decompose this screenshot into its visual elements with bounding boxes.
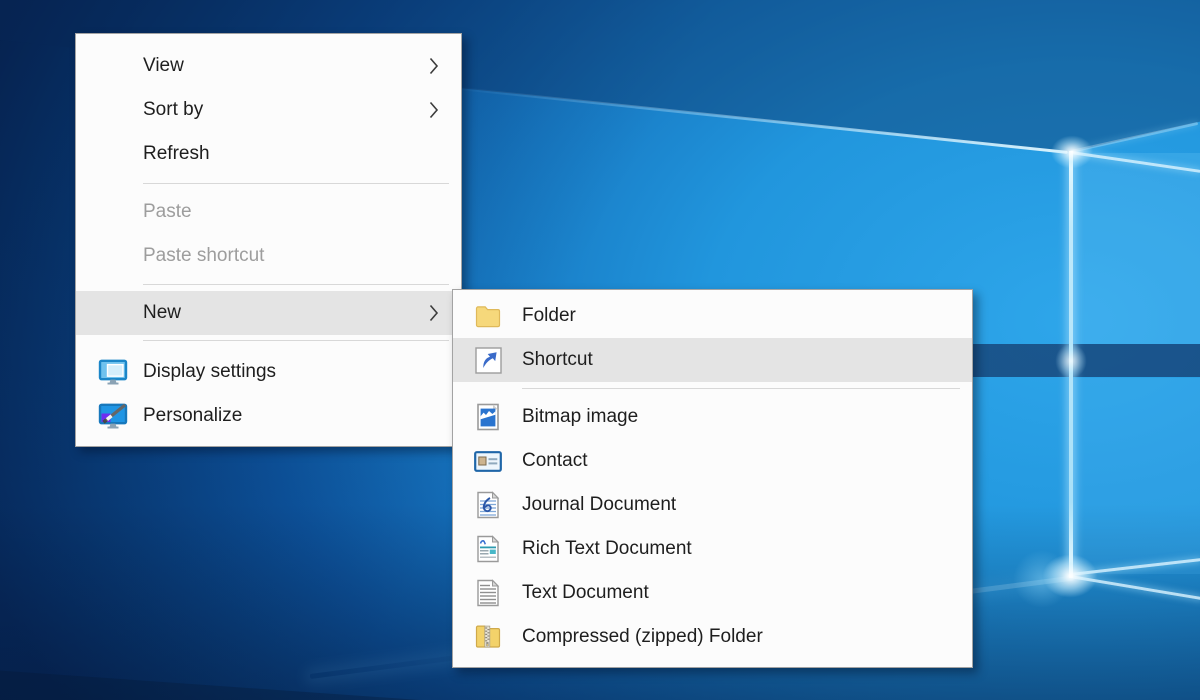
- menu-item-refresh[interactable]: Refresh: [76, 132, 461, 176]
- submenu-item-bitmap-image[interactable]: Bitmap image: [453, 395, 972, 439]
- menu-item-sort-by[interactable]: Sort by: [76, 88, 461, 132]
- submenu-item-contact[interactable]: Contact: [453, 439, 972, 483]
- menu-item-display-settings[interactable]: Display settings: [76, 350, 461, 394]
- menu-item-paste-shortcut: Paste shortcut: [76, 234, 461, 278]
- menu-item-new[interactable]: New: [76, 291, 461, 335]
- personalize-icon: [98, 401, 128, 431]
- rich-text-document-icon: [473, 534, 503, 564]
- submenu-chevron-icon: [429, 101, 439, 119]
- menu-item-personalize[interactable]: Personalize: [76, 394, 461, 438]
- folder-icon: [473, 301, 503, 331]
- submenu-item-text-document[interactable]: Text Document: [453, 571, 972, 615]
- contact-icon: [473, 446, 503, 476]
- wallpaper-pane-top-right: [1073, 153, 1200, 344]
- text-document-icon: [473, 578, 503, 608]
- submenu-chevron-icon: [429, 304, 439, 322]
- menu-separator: [143, 340, 449, 341]
- compressed-zipped-folder-icon: [473, 622, 503, 652]
- menu-separator: [143, 183, 449, 184]
- light-flare: [1050, 338, 1092, 384]
- desktop-context-menu: View Sort by Refresh Paste Paste shortcu…: [75, 33, 462, 447]
- menu-item-paste: Paste: [76, 190, 461, 234]
- submenu-item-folder[interactable]: Folder: [453, 294, 972, 338]
- submenu-item-journal-document[interactable]: Journal Document: [453, 483, 972, 527]
- wallpaper-pane-bottom-right: [1073, 378, 1200, 574]
- journal-document-icon: [473, 490, 503, 520]
- shortcut-icon: [473, 345, 503, 375]
- menu-separator: [522, 388, 960, 389]
- menu-separator: [143, 284, 449, 285]
- bitmap-image-icon: [473, 402, 503, 432]
- display-settings-icon: [98, 357, 128, 387]
- submenu-item-compressed-zipped-folder[interactable]: Compressed (zipped) Folder: [453, 615, 972, 659]
- new-submenu: Folder Shortcut Bitmap image: [452, 289, 973, 668]
- submenu-chevron-icon: [429, 57, 439, 75]
- submenu-item-rich-text-document[interactable]: Rich Text Document: [453, 527, 972, 571]
- light-flare: [1044, 130, 1100, 174]
- submenu-item-shortcut[interactable]: Shortcut: [453, 338, 972, 382]
- menu-item-view[interactable]: View: [76, 44, 461, 88]
